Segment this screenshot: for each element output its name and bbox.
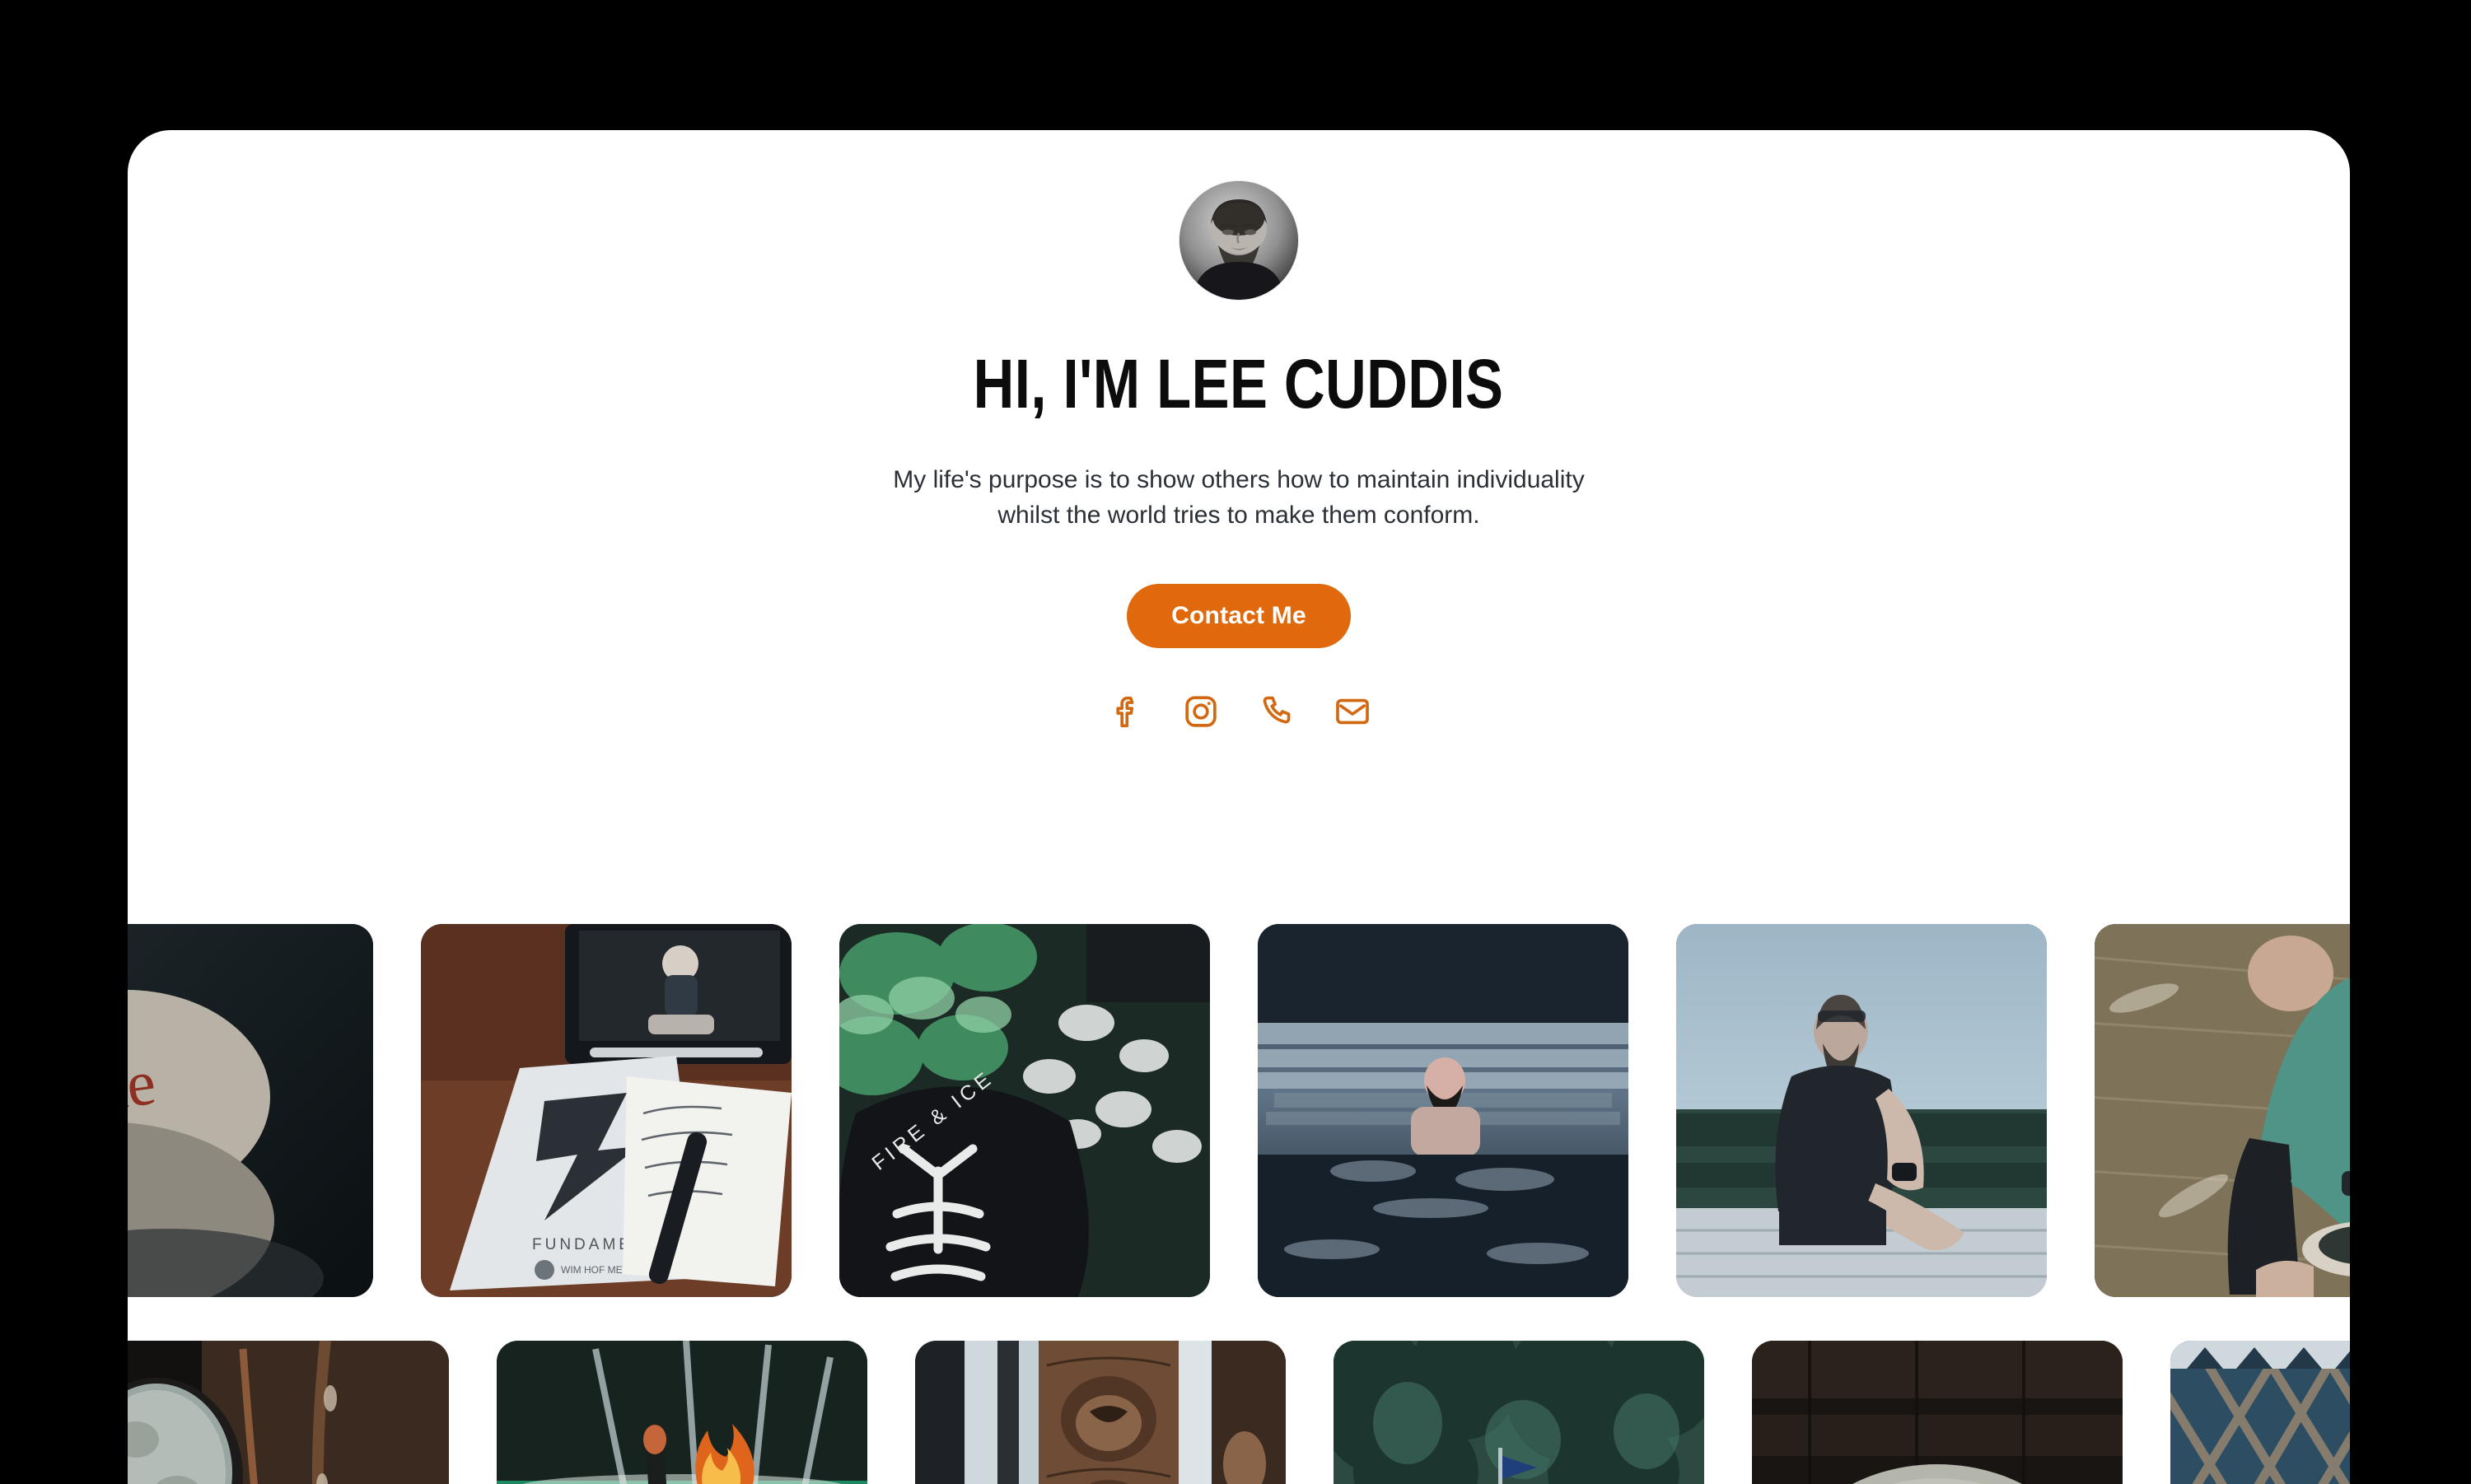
- campfire-night-image: [497, 1341, 867, 1484]
- phone-icon: [1263, 696, 1291, 724]
- facebook-link[interactable]: [1103, 689, 1147, 734]
- phone-link[interactable]: [1254, 689, 1299, 734]
- gallery-tile[interactable]: FUNDAMENTALS WIM HOF METHOD: [421, 924, 792, 1297]
- lee-cuddis-portrait: [1179, 181, 1298, 300]
- envelope-icon: [1336, 698, 1369, 725]
- gallery-tile[interactable]: [128, 1341, 449, 1484]
- facebook-icon: [1116, 697, 1134, 728]
- gallery-tile[interactable]: athe: [128, 924, 373, 1297]
- yurt-lattice-image: [2170, 1341, 2350, 1484]
- contact-me-button[interactable]: Contact Me: [1127, 584, 1351, 649]
- gallery-tile[interactable]: [1258, 924, 1628, 1297]
- gallery-tile[interactable]: [1676, 924, 2047, 1297]
- page-card: HI, I'M LEE CUDDIS My life's purpose is …: [128, 130, 2350, 1484]
- instagram-icon: [1185, 696, 1217, 727]
- photo-gallery: athe FUNDAMENTALS WIM HOF METHOD FIRE & …: [128, 924, 2350, 1484]
- gallery-row-2: [128, 1341, 2350, 1484]
- gallery-tile[interactable]: FIRE & ICE: [839, 924, 1210, 1297]
- hero-subtitle: My life's purpose is to show others how …: [893, 466, 1585, 529]
- gallery-tile[interactable]: [2170, 1341, 2350, 1484]
- wim-hof-workbook-image: FUNDAMENTALS WIM HOF METHOD: [421, 924, 792, 1297]
- seated-on-deck-image: [1676, 924, 2047, 1297]
- preparing-bowl-outdoors-image: [2095, 924, 2350, 1297]
- gallery-tile[interactable]: [1752, 1341, 2123, 1484]
- gallery-tile[interactable]: [2095, 924, 2350, 1297]
- gallery-tile[interactable]: [915, 1341, 1286, 1484]
- avatar: [1179, 181, 1298, 300]
- fire-and-ice-hoodie-image: FIRE & ICE: [839, 924, 1210, 1297]
- email-link[interactable]: [1330, 689, 1375, 734]
- carved-totem-image: [915, 1341, 1286, 1484]
- gallery-tile[interactable]: [497, 1341, 867, 1484]
- shamanic-drum-image: [128, 1341, 449, 1484]
- social-links: [1103, 689, 1375, 734]
- gallery-tile[interactable]: [1334, 1341, 1704, 1484]
- forest-camp-image: [1334, 1341, 1704, 1484]
- the-way-stone-image: [1752, 1341, 2123, 1484]
- breathe-stone-image: athe: [128, 924, 373, 1297]
- page-title: HI, I'M LEE CUDDIS: [974, 345, 1504, 422]
- hero-section: HI, I'M LEE CUDDIS My life's purpose is …: [128, 130, 2350, 734]
- instagram-link[interactable]: [1179, 689, 1223, 734]
- gallery-row-1: athe FUNDAMENTALS WIM HOF METHOD FIRE & …: [128, 924, 2350, 1297]
- screen: HI, I'M LEE CUDDIS My life's purpose is …: [0, 0, 2471, 1484]
- cold-plunge-image: [1258, 924, 1628, 1297]
